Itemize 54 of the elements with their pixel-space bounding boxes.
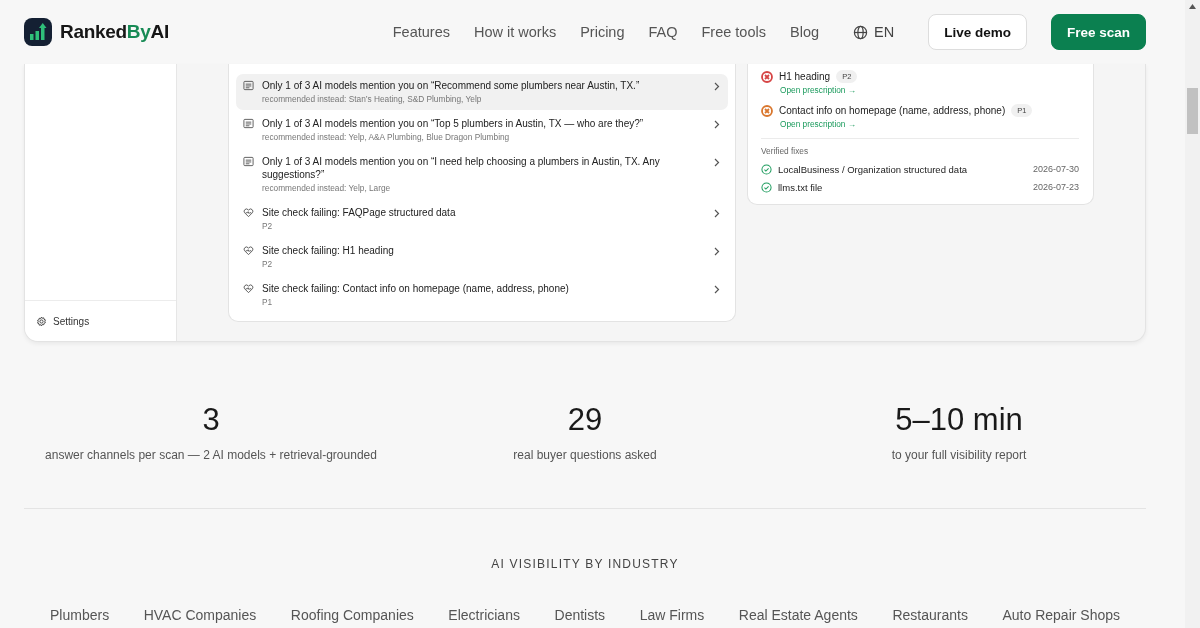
issue-detail: P2 bbox=[262, 259, 274, 270]
fix-date: 2026-07-23 bbox=[1032, 182, 1079, 192]
section-label: Verified fixes bbox=[761, 146, 810, 156]
issue-title: Only 1 of 3 AI models mention you on “Top 5 plumbers in Austin, TX — who are they?” bbox=[262, 117, 645, 130]
stat-value: 5–10 min bbox=[895, 402, 1023, 438]
issue-item[interactable]: Only 1 of 3 AI models mention you on “I need help choosing a plumbers in Austin, TX. Any suggestions?” recommended instead: Yelp, Large bbox=[236, 150, 728, 199]
fix-title: H1 heading bbox=[779, 71, 831, 82]
issue-item[interactable]: Only 1 of 3 AI models mention you on “Top 5 plumbers in Austin, TX — who are they?” recommended instead: Yelp, A&A Plumbing, Blue Dragon Plumbing bbox=[236, 112, 728, 148]
issue-title: Only 1 of 3 AI models mention you on “Recommend some plumbers near Austin, TX.” bbox=[262, 79, 641, 92]
issue-detail: P2 bbox=[262, 221, 274, 232]
prescription-link[interactable]: Open prescription → bbox=[780, 85, 857, 95]
issue-item[interactable]: Site check failing: Contact info on homepage (name, address, phone) P1 bbox=[236, 277, 728, 313]
industry-link[interactable]: Roofing Companies bbox=[290, 607, 414, 623]
stat-value: 3 bbox=[202, 402, 220, 438]
nav-link[interactable]: Features bbox=[392, 24, 450, 40]
free-scan-button[interactable]: Free scan bbox=[1050, 14, 1146, 50]
stat-label: real buyer questions asked bbox=[513, 448, 657, 462]
industry-link[interactable]: Auto Repair Shops bbox=[1002, 607, 1120, 623]
stat-value: 29 bbox=[567, 402, 603, 438]
industry-link[interactable]: Electricians bbox=[448, 607, 520, 623]
issue-title: Site check failing: Contact info on homepage (name, address, phone) bbox=[262, 282, 570, 295]
stat-label: answer channels per scan — 2 AI models + retrieval-grounded bbox=[45, 448, 377, 462]
industry-link[interactable]: Dentists bbox=[554, 607, 606, 623]
issue-detail: recommended instead: Yelp, Large bbox=[262, 183, 392, 194]
industry-link[interactable]: Law Firms bbox=[639, 607, 705, 623]
issue-detail: recommended instead: Stan’s Heating, S&D Plumbing, Yelp bbox=[262, 94, 483, 105]
fix-date: 2026-07-30 bbox=[1032, 164, 1079, 174]
live-demo-button[interactable]: Live demo bbox=[928, 14, 1027, 50]
issue-title: Only 1 of 3 AI models mention you on “I need help choosing a plumbers in Austin, TX. Any suggestions?” bbox=[262, 155, 661, 181]
issue-title: Site check failing: H1 heading bbox=[262, 244, 395, 257]
stat-label: to your full visibility report bbox=[891, 448, 1027, 462]
issue-item[interactable]: Site check failing: H1 heading P2 bbox=[236, 239, 728, 275]
nav-link[interactable]: Free tools bbox=[701, 24, 766, 40]
industry-link[interactable]: Restaurants bbox=[892, 607, 968, 623]
nav-link[interactable]: FAQ bbox=[648, 24, 678, 40]
fix-title: llms.txt file bbox=[778, 181, 823, 193]
nav-link[interactable]: Blog bbox=[790, 24, 819, 40]
issue-item[interactable]: Only 1 of 3 AI models mention you on “Recommend some plumbers near Austin, TX.” recommended instead: Stan’s Heating, S&D Plumbing, Yelp bbox=[236, 74, 728, 110]
nav-link[interactable]: Pricing bbox=[580, 24, 625, 40]
fix-title: LocalBusiness / Organization structured data bbox=[778, 163, 968, 175]
industry-link[interactable]: Real Estate Agents bbox=[738, 607, 858, 623]
issue-item[interactable]: Site check failing: FAQPage structured data P2 bbox=[236, 201, 728, 237]
settings-item[interactable]: Settings bbox=[25, 300, 176, 341]
fix-title: Contact info on homepage (name, address, phone) bbox=[779, 105, 1006, 116]
industry-link[interactable]: Plumbers bbox=[50, 607, 110, 623]
issue-title: Site check failing: FAQPage structured data bbox=[262, 206, 457, 219]
brand-name[interactable]: RankedByAI bbox=[60, 21, 169, 43]
section-heading: AI VISIBILITY BY INDUSTRY bbox=[491, 557, 679, 571]
issue-detail: P1 bbox=[262, 297, 274, 308]
prescription-link[interactable]: Open prescription → bbox=[780, 119, 857, 129]
issue-detail: recommended instead: Yelp, A&A Plumbing, Blue Dragon Plumbing bbox=[262, 132, 511, 143]
language-selector[interactable]: EN bbox=[853, 24, 895, 40]
industry-link[interactable]: HVAC Companies bbox=[143, 607, 257, 623]
nav-link[interactable]: How it works bbox=[473, 24, 557, 40]
